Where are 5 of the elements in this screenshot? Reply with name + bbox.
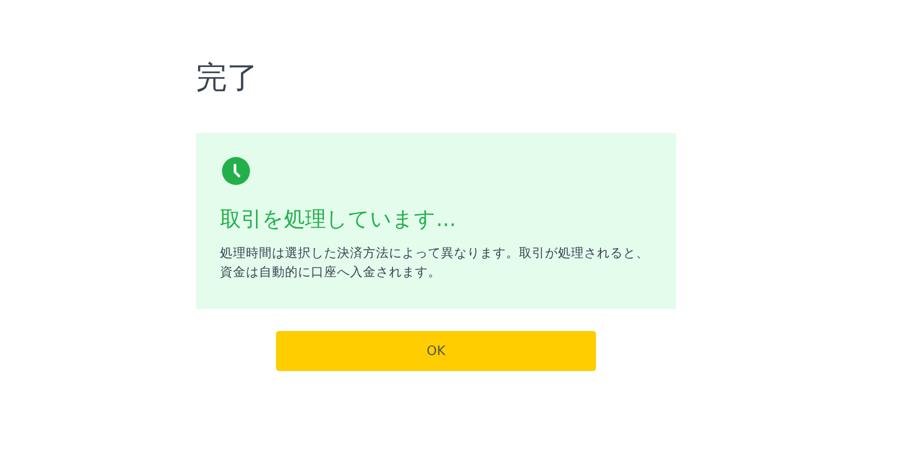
status-heading: 取引を処理しています... bbox=[220, 206, 458, 233]
page-title: 完了 bbox=[196, 59, 259, 98]
status-message: 処理時間は選択した決済方法によって異なります。取引が処理されると、資金は自動的に口座へ入金されます。 bbox=[220, 244, 650, 281]
clock-icon bbox=[222, 157, 250, 185]
ok-button[interactable]: OK bbox=[276, 331, 596, 371]
